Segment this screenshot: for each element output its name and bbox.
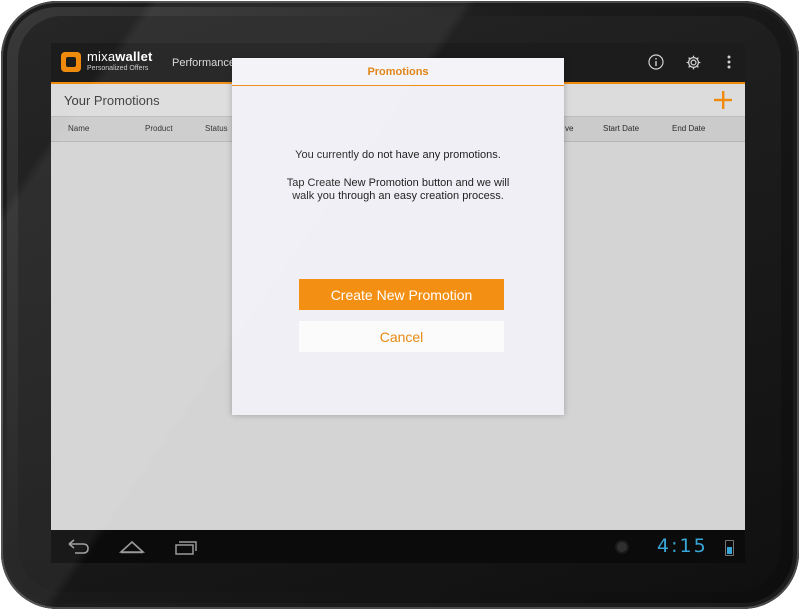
column-end-date[interactable]: End Date — [672, 124, 705, 133]
column-status[interactable]: Status — [205, 124, 228, 133]
gear-icon[interactable] — [684, 53, 702, 71]
brand-name-bold: wallet — [115, 49, 153, 64]
home-icon[interactable] — [117, 537, 147, 557]
plus-icon[interactable] — [711, 88, 735, 112]
brand-name-light: mixa — [87, 49, 116, 64]
battery-level-fill — [727, 546, 732, 554]
app-logo[interactable]: mixawallet Personalized Offers — [61, 50, 161, 76]
dialog-title: Promotions — [232, 58, 564, 86]
dialog-message-empty: You currently do not have any promotions… — [295, 149, 501, 161]
wallet-logo-icon — [61, 52, 81, 72]
tablet-stage: mixawallet Personalized Offers Performan… — [0, 0, 800, 610]
column-start-date[interactable]: Start Date — [603, 124, 639, 133]
overflow-menu-icon[interactable] — [720, 53, 738, 71]
device-screen: mixawallet Personalized Offers Performan… — [51, 43, 745, 563]
brand-tagline: Personalized Offers — [87, 65, 149, 72]
brand-name: mixawallet — [87, 50, 153, 64]
tab-performance[interactable]: Performance — [172, 57, 235, 69]
dialog-message-instructions-2: walk you through an easy creation proces… — [292, 190, 504, 202]
page-title: Your Promotions — [64, 93, 160, 108]
dialog-message-instructions-1: Tap Create New Promotion button and we w… — [286, 177, 510, 189]
back-icon[interactable] — [63, 537, 93, 557]
column-product[interactable]: Product — [145, 124, 173, 133]
status-clock[interactable]: 4:15 — [657, 535, 708, 557]
system-nav-bar: 4:15 — [51, 530, 745, 563]
battery-icon — [725, 540, 734, 556]
cancel-button[interactable]: Cancel — [299, 321, 504, 352]
promotions-dialog: Promotions You currently do not have any… — [232, 58, 564, 415]
info-icon[interactable] — [647, 53, 665, 71]
notification-dot-icon — [617, 542, 627, 552]
column-type-partial[interactable]: ve — [565, 124, 573, 133]
create-new-promotion-button[interactable]: Create New Promotion — [299, 279, 504, 310]
recent-apps-icon[interactable] — [171, 537, 201, 557]
column-name[interactable]: Name — [68, 124, 89, 133]
